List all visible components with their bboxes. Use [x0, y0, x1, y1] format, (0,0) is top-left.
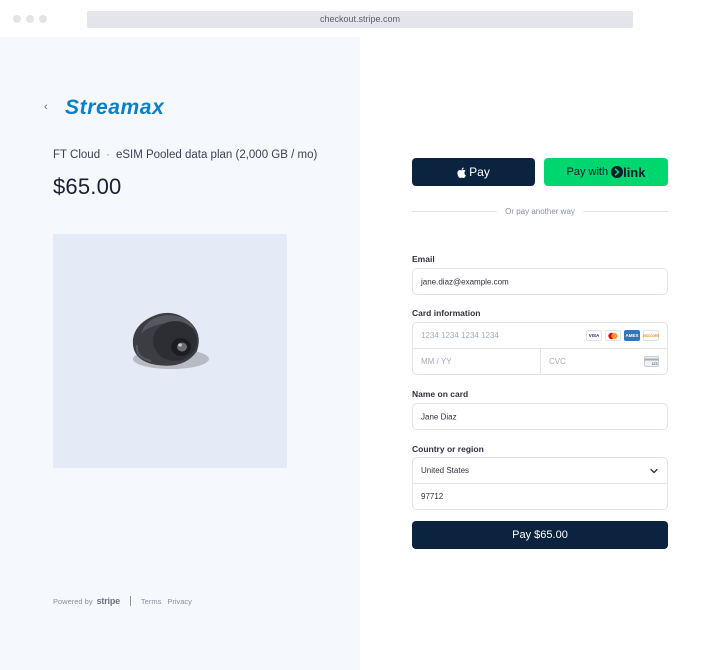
product-line: FT Cloud · eSIM Pooled data plan (2,000 GB…: [53, 149, 317, 161]
name-field[interactable]: Jane Diaz: [412, 403, 668, 430]
product-name: FT Cloud: [53, 149, 101, 161]
apple-pay-button[interactable]: Pay: [412, 158, 535, 186]
visa-icon: VISA: [586, 330, 602, 341]
card-brands: VISA AMEX DISCOVER: [586, 330, 659, 341]
country-value: United States: [421, 466, 470, 475]
pay-button[interactable]: Pay $65.00: [412, 521, 668, 549]
window-close-dot[interactable]: [13, 15, 21, 23]
stripe-logo[interactable]: stripe: [97, 596, 121, 606]
expiry-input[interactable]: MM / YY: [413, 349, 541, 375]
cvc-input[interactable]: CVC 123: [541, 349, 667, 375]
card-number-placeholder: 1234 1234 1234 1234: [421, 331, 499, 340]
product-description: eSIM Pooled data plan (2,000 GB / mo): [115, 149, 318, 161]
link-word: link: [623, 164, 646, 180]
email-field[interactable]: jane.diaz@example.com: [412, 268, 668, 295]
zip-input[interactable]: 97712: [413, 484, 667, 510]
payment-panel: Pay Pay with link Or pay another way Ema…: [360, 37, 720, 670]
mastercard-icon: [605, 330, 621, 341]
product-price: $65.00: [53, 174, 122, 199]
order-summary-panel: ‹ Streamax FT Cloud · eSIM Pooled data pla…: [0, 37, 360, 670]
checkout-footer: Powered by stripe Terms Privacy: [53, 596, 198, 606]
product-image: [53, 234, 287, 468]
card-number-input[interactable]: 1234 1234 1234 1234 VISA AMEX DISCOVER: [413, 323, 667, 349]
footer-divider: [129, 596, 131, 606]
card-info-group: 1234 1234 1234 1234 VISA AMEX DISCOVER M…: [412, 322, 668, 375]
apple-pay-label: Pay: [469, 165, 490, 179]
terms-link[interactable]: Terms: [141, 597, 161, 606]
name-label: Name on card: [412, 389, 469, 399]
name-value: Jane Diaz: [421, 412, 457, 421]
window-controls: [13, 15, 47, 23]
browser-chrome: checkout.stripe.com: [0, 0, 720, 37]
zip-value: 97712: [421, 492, 444, 501]
or-divider: Or pay another way: [412, 207, 668, 216]
link-arrow-icon: [611, 166, 624, 178]
link-pay-button[interactable]: Pay with link: [544, 158, 668, 186]
privacy-link[interactable]: Privacy: [167, 597, 192, 606]
or-divider-text: Or pay another way: [505, 207, 575, 216]
chevron-down-icon: [650, 468, 658, 474]
card-info-label: Card information: [412, 308, 481, 318]
cvc-placeholder: CVC: [549, 357, 566, 366]
wallet-buttons: Pay Pay with link: [412, 158, 668, 186]
window-zoom-dot[interactable]: [39, 15, 47, 23]
country-label: Country or region: [412, 444, 484, 454]
link-pay-label: Pay with: [566, 166, 609, 178]
address-group: United States 97712: [412, 457, 668, 510]
merchant-logo-text: Streamax: [65, 96, 165, 119]
or-divider-line-left: [412, 211, 498, 212]
dome-camera-image: [132, 312, 209, 369]
svg-text:123: 123: [652, 362, 658, 366]
email-value: jane.diaz@example.com: [421, 277, 509, 286]
merchant-logo[interactable]: Streamax: [64, 93, 204, 121]
discover-icon: DISCOVER: [643, 330, 659, 341]
address-bar[interactable]: checkout.stripe.com: [87, 11, 633, 28]
amex-icon: AMEX: [624, 330, 640, 341]
window-minimize-dot[interactable]: [26, 15, 34, 23]
country-select[interactable]: United States: [413, 458, 667, 484]
link-logo: link: [611, 165, 645, 180]
powered-by-text: Powered by: [53, 596, 93, 606]
chevron-left-icon[interactable]: ‹: [44, 101, 48, 113]
expiry-placeholder: MM / YY: [421, 357, 452, 366]
product-separator: ·: [106, 149, 110, 161]
apple-icon: [457, 167, 467, 178]
or-divider-line-right: [582, 211, 668, 212]
email-label: Email: [412, 254, 435, 264]
cvc-card-icon: 123: [644, 356, 659, 367]
